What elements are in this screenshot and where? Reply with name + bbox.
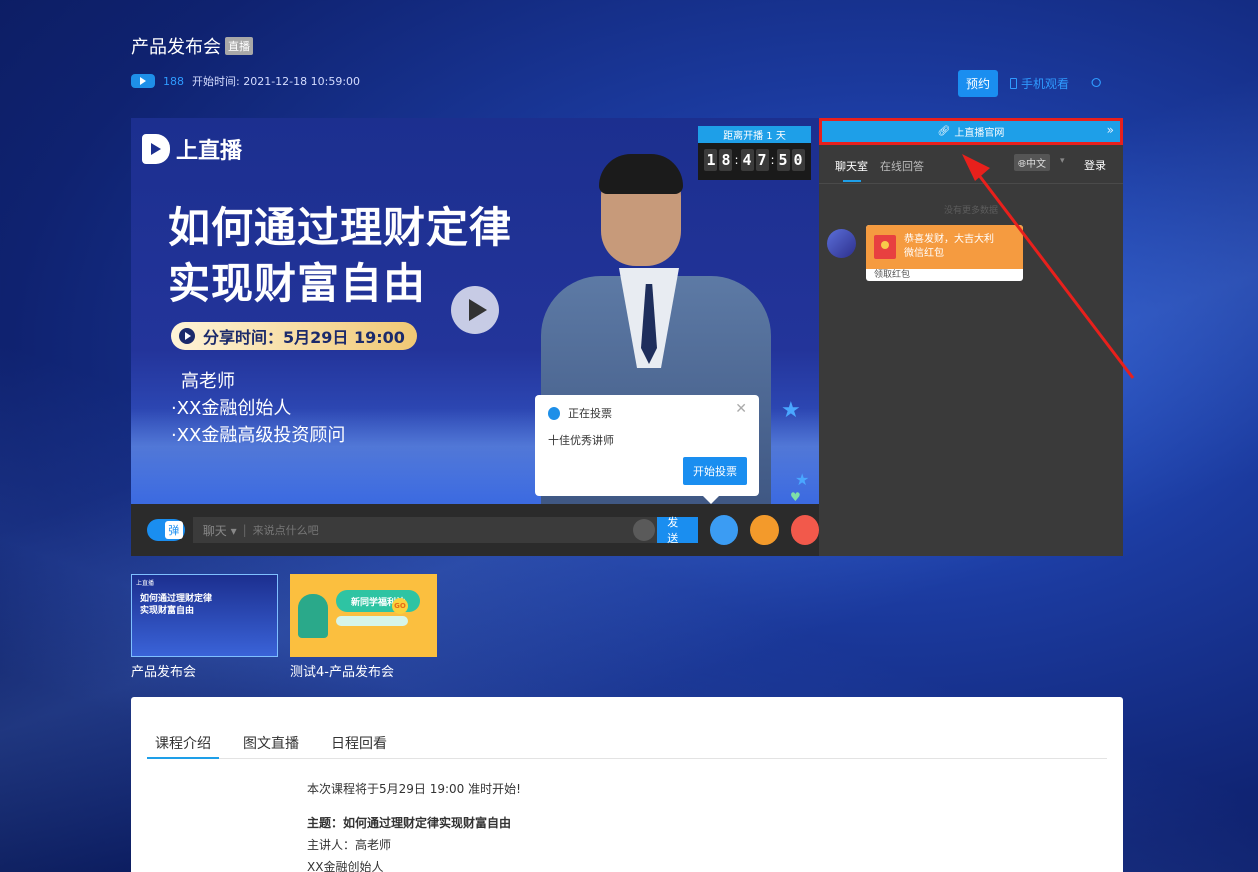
logo-icon <box>142 134 170 164</box>
red-packet-message[interactable]: 恭喜发财，大吉大利 微信红包 领取红包 <box>866 225 1023 281</box>
top-actions: 预约 手机观看 ⭘ <box>958 70 1101 97</box>
countdown-digit: 8 <box>719 149 733 171</box>
share-time-text: 分享时间：5月29日 19:00 <box>203 328 405 347</box>
reserve-button[interactable]: 预约 <box>958 70 999 97</box>
start-time: 开始时间: 2021-12-18 10:59:00 <box>192 75 361 88</box>
red-packet-claim: 领取红包 <box>874 270 911 280</box>
headline-line-1: 如何通过理财定律 <box>168 203 513 252</box>
teacher-name: 高老师 <box>181 371 235 392</box>
side-tabs: 聊天室 在线回答 🌐︎中文 ▾ 登录 <box>819 154 1123 184</box>
red-packet-greeting: 恭喜发财，大吉大利 <box>904 234 994 245</box>
share-time-pill: 分享时间：5月29日 19:00 <box>171 322 417 350</box>
thumbnail-image: 上直播 如何通过理财定律 实现财富自由 <box>131 574 278 657</box>
teacher-info: 高老师 ·XX金融创始人 ·XX金融高级投资顾问 <box>171 368 345 449</box>
vote-header: 正在投票 <box>548 405 612 421</box>
chat-input-wrap: 聊天 ▾ | <box>192 517 658 543</box>
countdown-digit: 5 <box>776 149 790 171</box>
close-icon[interactable]: ✕ <box>735 401 747 417</box>
thumbnail-item[interactable]: 新同学福利站 GO 测试4-产品发布会 <box>290 574 437 680</box>
logo-text: 上直播 <box>176 139 243 164</box>
teacher-line-2: ·XX金融高级投资顾问 <box>171 425 346 446</box>
course-topic: 主题：如何通过理财定律实现财富自由 <box>307 816 512 830</box>
live-badge: 直播 <box>225 37 253 55</box>
language-select[interactable]: 🌐︎中文 <box>1014 154 1050 171</box>
official-link-label: 上直播官网 <box>954 128 1005 139</box>
start-vote-button[interactable]: 开始投票 <box>683 457 747 485</box>
thumbnail-label: 测试4-产品发布会 <box>290 665 394 680</box>
meta-row: 188 开始时间: 2021-12-18 10:59:00 <box>131 73 360 89</box>
chevron-down-icon: ▾ <box>1060 156 1065 166</box>
thumbnail-image: 新同学福利站 GO <box>290 574 437 657</box>
course-speaker-title: XX金融创始人 <box>307 860 384 872</box>
vote-item: 十佳优秀讲师 <box>548 434 614 447</box>
gift-icon[interactable] <box>750 515 779 545</box>
red-packet-type: 微信红包 <box>904 248 944 259</box>
emoji-icon[interactable] <box>633 519 656 541</box>
countdown-timer: 距离开播 1 天 1 8 : 4 7 : 5 0 <box>698 126 811 180</box>
official-site-link[interactable]: 🔗︎ 上直播官网 » <box>819 118 1123 145</box>
countdown-digit: 4 <box>740 149 754 171</box>
poster-logo: 上直播 <box>142 133 242 165</box>
login-link[interactable]: 登录 <box>1084 157 1106 173</box>
share-icon[interactable]: ⭘ <box>1091 76 1101 91</box>
vote-title: 正在投票 <box>568 407 612 420</box>
chevron-right-icon[interactable]: » <box>1107 123 1114 137</box>
play-circle-icon <box>179 328 195 344</box>
thumbnail-item[interactable]: 上直播 如何通过理财定律 实现财富自由 产品发布会 <box>131 574 278 680</box>
countdown-label: 距离开播 1 天 <box>698 126 811 143</box>
no-more-text: 没有更多数据 <box>943 206 998 216</box>
video-views-icon <box>131 74 155 88</box>
countdown-digit: 7 <box>755 149 769 171</box>
content-card: 课程介绍 图文直播 日程回看 本次课程将于5月29日 19:00 准时开始! 主… <box>131 697 1123 872</box>
star-decoration-icon: ★ <box>795 470 810 489</box>
danmu-label: 弹 <box>164 521 183 539</box>
red-packet-icon <box>874 235 896 259</box>
chat-input[interactable] <box>252 523 634 537</box>
heart-decoration-icon: ♥ <box>790 490 801 504</box>
course-description: 本次课程将于5月29日 19:00 准时开始! 主题：如何通过理财定律实现财富自… <box>307 778 521 872</box>
tab-image-text-live[interactable]: 图文直播 <box>235 733 307 759</box>
mobile-watch-label: 手机观看 <box>1021 77 1070 91</box>
tab-course-intro[interactable]: 课程介绍 <box>147 733 219 759</box>
vote-chart-icon[interactable] <box>710 515 739 545</box>
tab-schedule-replay[interactable]: 日程回看 <box>323 733 395 759</box>
playlist-thumbnails: 上直播 如何通过理财定律 实现财富自由 产品发布会 新同学福利站 GO 测试4-… <box>131 574 437 680</box>
mobile-watch-link[interactable]: 手机观看 <box>1010 75 1069 92</box>
vote-popup: 正在投票 ✕ 十佳优秀讲师 开始投票 <box>535 395 759 504</box>
chat-side-panel: 🔗︎ 上直播官网 » 聊天室 在线回答 🌐︎中文 ▾ 登录 没有更多数据 恭喜发… <box>819 118 1123 556</box>
control-bar: 弹 聊天 ▾ | 发送 <box>131 504 819 556</box>
chat-mode-select[interactable]: 聊天 ▾ <box>193 522 237 539</box>
page-header: 产品发布会 直播 <box>131 33 253 59</box>
phone-icon <box>1010 78 1018 89</box>
tab-online-qa[interactable]: 在线回答 <box>880 158 924 182</box>
avatar <box>827 229 856 258</box>
teacher-line-1: ·XX金融创始人 <box>171 398 292 419</box>
countdown-digit: 1 <box>704 149 718 171</box>
content-tabs: 课程介绍 图文直播 日程回看 <box>147 733 1107 759</box>
danmu-toggle[interactable]: 弹 <box>147 519 185 541</box>
send-button[interactable]: 发送 <box>657 516 699 545</box>
star-decoration-icon: ★ <box>781 398 801 423</box>
countdown-digit: 0 <box>791 149 805 171</box>
tab-chatroom[interactable]: 聊天室 <box>835 158 868 182</box>
like-heart-icon[interactable] <box>790 515 819 545</box>
video-player[interactable]: 上直播 如何通过理财定律 实现财富自由 分享时间：5月29日 19:00 高老师… <box>131 118 819 556</box>
medal-icon <box>548 406 560 420</box>
play-button[interactable] <box>451 286 499 334</box>
page-title: 产品发布会 <box>131 37 221 58</box>
view-count: 188 <box>163 74 184 88</box>
course-intro: 本次课程将于5月29日 19:00 准时开始! <box>307 782 521 796</box>
thumbnail-label: 产品发布会 <box>131 665 197 680</box>
countdown-digits: 1 8 : 4 7 : 5 0 <box>704 149 805 171</box>
link-icon: 🔗︎ <box>937 126 951 137</box>
course-speaker: 主讲人：高老师 <box>307 838 392 852</box>
